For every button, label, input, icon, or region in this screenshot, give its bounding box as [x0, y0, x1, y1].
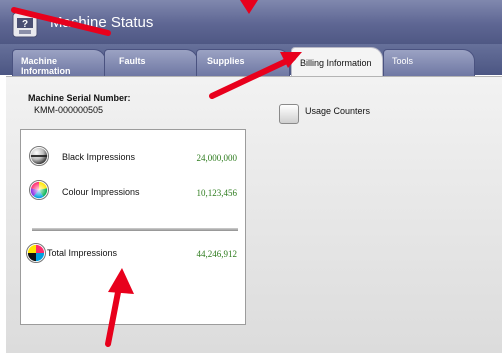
black-impressions-value: 24,000,000: [196, 153, 238, 163]
tab-supplies[interactable]: Supplies: [196, 49, 290, 77]
colour-impressions-value: 10,123,456: [196, 188, 238, 198]
title-bar: ? Machine Status: [0, 0, 502, 44]
total-impressions-label: Total Impressions: [47, 248, 118, 258]
serial-number-value: KMM-000000505: [34, 105, 104, 115]
total-impressions-value: 44,246,912: [196, 249, 238, 259]
black-impressions-icon: [29, 146, 49, 166]
black-impressions-label: Black Impressions: [62, 152, 136, 162]
colour-impressions-label: Colour Impressions: [62, 187, 140, 197]
usage-counters-checkbox[interactable]: [279, 104, 299, 124]
total-impressions-icon: [26, 243, 46, 263]
colour-impressions-icon: [29, 180, 49, 200]
tab-billing-information[interactable]: Billing Information: [291, 47, 383, 77]
tab-machine-information[interactable]: Machine Information: [12, 49, 106, 77]
tab-faults[interactable]: Faults: [104, 49, 198, 77]
page-title: Machine Status: [50, 14, 154, 31]
divider: [32, 228, 238, 231]
tab-tools[interactable]: Tools: [383, 49, 475, 77]
svg-text:?: ?: [22, 19, 28, 30]
serial-number-label: Machine Serial Number:: [28, 93, 131, 103]
usage-counters-label[interactable]: Usage Counters: [305, 106, 370, 116]
machine-status-icon: ?: [12, 12, 38, 38]
